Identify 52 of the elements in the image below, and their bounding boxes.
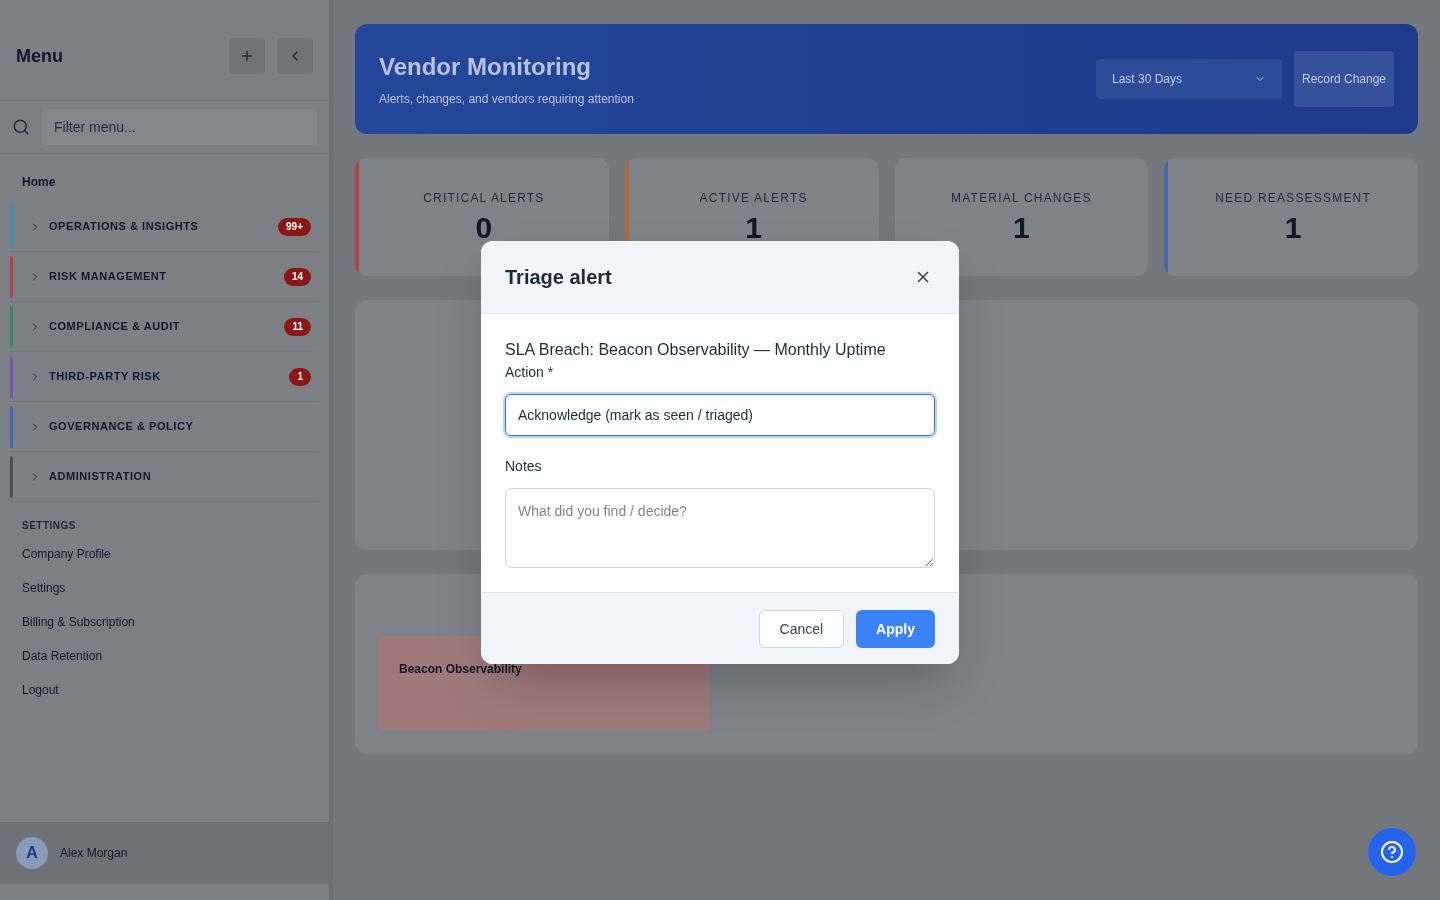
menu-group[interactable]: THIRD-PARTY RISK 1 (10, 352, 319, 402)
stat-label: CRITICAL ALERTS (423, 190, 545, 206)
range-dropdown[interactable]: Last 30 Days (1096, 59, 1282, 99)
filter-field[interactable]: Filter menu... (42, 109, 317, 145)
apply-button[interactable]: Apply (856, 609, 935, 648)
action-field[interactable]: Acknowledge (mark as seen / triaged) (505, 394, 935, 436)
vendor-name: Beacon Observability (399, 662, 522, 676)
count-badge: 11 (284, 317, 311, 336)
sidebar-title: Menu (16, 45, 63, 68)
menu-group[interactable]: ADMINISTRATION (10, 452, 319, 502)
cancel-button[interactable]: Cancel (758, 609, 845, 648)
settings-link[interactable]: Company Profile (0, 537, 329, 571)
action-label: Action * (505, 363, 555, 382)
stat-value: 1 (1284, 210, 1302, 246)
menu-group[interactable]: OPERATIONS & INSIGHTS 99+ (10, 202, 319, 252)
user-avatar: A (16, 837, 48, 869)
settings-link[interactable]: Settings (0, 571, 329, 605)
stat-value: 0 (475, 210, 493, 246)
group-label: RISK MANAGEMENT (49, 269, 168, 285)
page-title: Vendor Monitoring (379, 52, 592, 82)
settings-link[interactable]: Logout (0, 673, 329, 707)
help-icon (1380, 840, 1404, 864)
stat-value: 1 (1013, 210, 1030, 246)
home-link[interactable]: Home (0, 174, 329, 190)
menu-group[interactable]: GOVERNANCE & POLICY (10, 402, 319, 452)
group-label: ADMINISTRATION (49, 469, 153, 485)
stat-label: NEED REASSESSMENT (1215, 190, 1371, 206)
plus-icon (239, 48, 255, 64)
stat-label: MATERIAL CHANGES (951, 190, 1092, 206)
help-button[interactable] (1368, 828, 1416, 876)
group-label: THIRD-PARTY RISK (49, 369, 162, 385)
settings-link[interactable]: Billing & Subscription (0, 605, 329, 639)
settings-link[interactable]: Data Retention (0, 639, 329, 673)
page-subtitle: Alerts, changes, and vendors requiring attention (379, 91, 634, 107)
notes-field[interactable]: What did you find / decide? (505, 488, 935, 568)
alert-subject: SLA Breach: Beacon Observability — Monthly Uptime (505, 340, 887, 360)
stat-value: 1 (745, 210, 762, 246)
count-badge: 99+ (278, 217, 311, 236)
search-icon (12, 118, 30, 136)
group-label: COMPLIANCE & AUDIT (49, 319, 182, 335)
count-badge: 14 (283, 267, 311, 286)
settings-heading: SETTINGS (21, 519, 77, 533)
menu-group[interactable]: RISK MANAGEMENT 14 (10, 252, 319, 302)
group-label: OPERATIONS & INSIGHTS (49, 219, 200, 235)
menu-group[interactable]: COMPLIANCE & AUDIT 11 (10, 302, 319, 352)
group-label: GOVERNANCE & POLICY (49, 419, 195, 435)
record-change-button[interactable]: Record Change (1294, 51, 1394, 107)
stat-label: ACTIVE ALERTS (699, 190, 808, 206)
notes-label: Notes (505, 457, 543, 476)
dialog-title: Triage alert (505, 265, 612, 290)
count-badge: 1 (289, 367, 311, 386)
user-name: Alex Morgan (60, 845, 128, 861)
